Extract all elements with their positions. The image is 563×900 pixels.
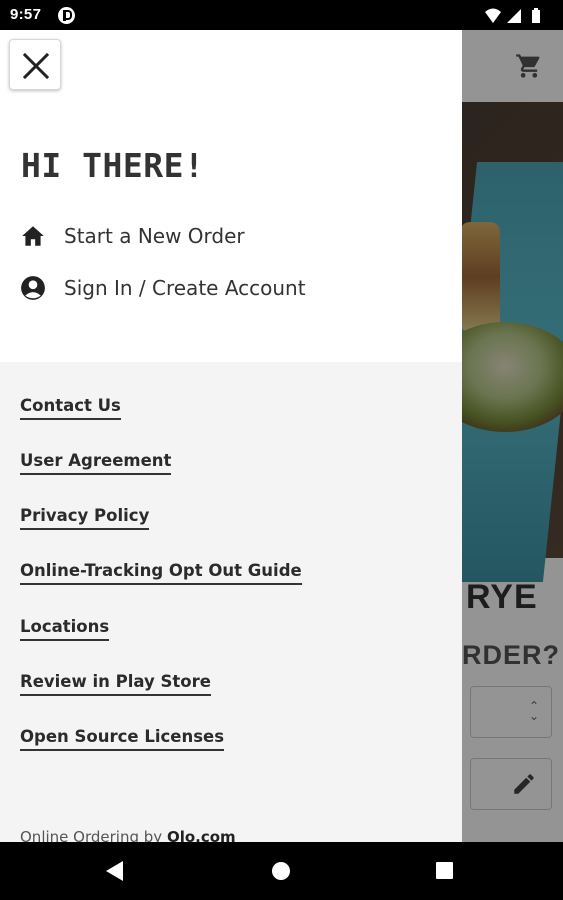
- status-icons: [485, 8, 540, 23]
- app-notification-icon: [58, 7, 75, 24]
- drawer-header: HI THERE! Start a New Order Sign In / Cr…: [0, 30, 462, 362]
- close-drawer-button[interactable]: [9, 39, 61, 90]
- home-button-icon[interactable]: [272, 862, 290, 880]
- close-icon: [22, 52, 50, 80]
- footer-brand-link[interactable]: Olo.com: [167, 828, 236, 842]
- battery-icon: [532, 8, 540, 23]
- home-icon: [22, 226, 44, 246]
- contact-us-link[interactable]: Contact Us: [20, 396, 121, 420]
- wifi-icon: [485, 8, 501, 23]
- sign-in-create-account-item[interactable]: Sign In / Create Account: [20, 273, 440, 303]
- review-in-play-store-link[interactable]: Review in Play Store: [20, 672, 211, 696]
- open-source-licenses-link[interactable]: Open Source Licenses: [20, 727, 225, 751]
- status-time: 9:57: [10, 6, 42, 23]
- sign-in-create-account-label: Sign In / Create Account: [64, 276, 306, 300]
- footer-prefix: Online Ordering by: [20, 828, 163, 842]
- status-bar: 9:57: [0, 0, 563, 30]
- locations-link[interactable]: Locations: [20, 617, 110, 641]
- greeting-heading: HI THERE!: [21, 146, 205, 185]
- privacy-policy-link[interactable]: Privacy Policy: [20, 506, 150, 530]
- cellular-icon: [507, 9, 521, 23]
- footer-credit: Online Ordering by Olo.com: [20, 828, 236, 842]
- account-circle-icon: [21, 276, 45, 300]
- recents-icon[interactable]: [436, 862, 453, 879]
- navigation-drawer: HI THERE! Start a New Order Sign In / Cr…: [0, 30, 462, 842]
- online-tracking-opt-out-link[interactable]: Online-Tracking Opt Out Guide: [20, 561, 302, 585]
- system-nav-bar: [0, 842, 563, 900]
- user-agreement-link[interactable]: User Agreement: [20, 451, 172, 475]
- start-new-order-item[interactable]: Start a New Order: [20, 221, 440, 251]
- back-icon[interactable]: [106, 861, 123, 881]
- start-new-order-label: Start a New Order: [64, 224, 245, 248]
